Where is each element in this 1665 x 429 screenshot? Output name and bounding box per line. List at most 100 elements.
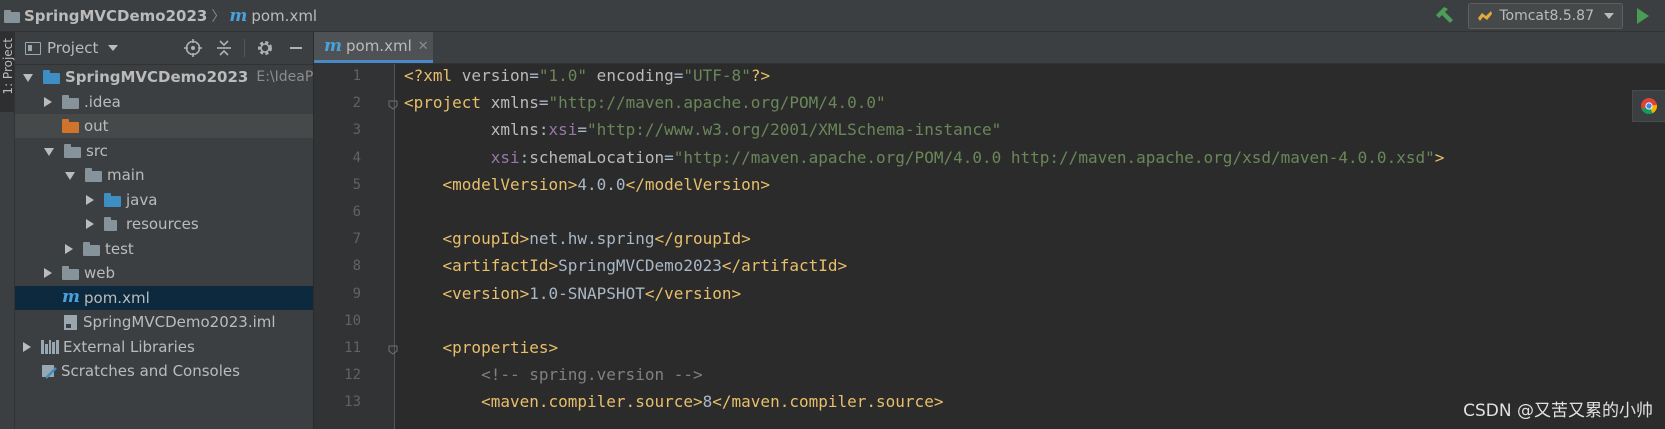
code-token: version xyxy=(461,66,530,85)
breadcrumb-separator: 〉 xyxy=(211,9,226,25)
breadcrumb-project[interactable]: SpringMVCDemo2023 xyxy=(4,7,207,25)
line-number: 3 xyxy=(352,122,361,139)
code-token: = xyxy=(664,147,674,167)
tree-item-label: main xyxy=(107,166,145,184)
web-folder-icon xyxy=(62,266,79,280)
breadcrumb-file[interactable]: m pom.xml xyxy=(229,7,317,25)
code-line: <project xmlns="http://maven.apache.org/… xyxy=(404,93,886,112)
tree-item[interactable]: test xyxy=(15,237,313,261)
code-token: </artifactId> xyxy=(721,256,848,276)
code-token: "http://maven.apache.org/POM/4.0.0 http:… xyxy=(673,147,1435,167)
chevron-down-icon xyxy=(108,45,119,51)
chevron-right-icon[interactable] xyxy=(44,268,52,278)
tree-item[interactable]: m pom.xml xyxy=(15,285,313,310)
chevron-down-icon xyxy=(1604,13,1614,19)
left-tool-strip: 1: Project xyxy=(0,32,15,429)
hide-panel-icon[interactable] xyxy=(285,37,307,59)
breadcrumb: SpringMVCDemo2023 〉 m pom.xml xyxy=(4,0,317,32)
code-token: <!-- spring.version --> xyxy=(404,365,703,385)
project-panel-title: Project xyxy=(47,39,99,57)
code-token: xsi xyxy=(548,120,578,140)
tree-item[interactable]: web xyxy=(15,261,313,285)
line-number: 4 xyxy=(352,149,361,166)
code-token: : xyxy=(538,120,549,140)
editor-tab-bar: m pom.xml ✕ xyxy=(314,32,1665,64)
fold-icon[interactable] xyxy=(388,345,398,355)
code-token: <modelVersion> xyxy=(404,174,578,194)
code-token: </maven.compiler.source> xyxy=(712,392,944,412)
breadcrumb-project-label: SpringMVCDemo2023 xyxy=(24,7,208,25)
tab-label: pom.xml xyxy=(346,37,412,55)
code-token: "http://www.w3.org/2001/XMLSchema-instan… xyxy=(587,120,1002,140)
code-token: = xyxy=(577,120,588,140)
code-token: SpringMVCDemo2023 xyxy=(558,256,722,276)
chevron-right-icon[interactable] xyxy=(86,219,94,229)
chevron-right-icon[interactable] xyxy=(44,96,52,107)
collapse-all-icon[interactable] xyxy=(213,37,235,59)
chevron-down-icon[interactable] xyxy=(23,74,33,82)
tree-item[interactable]: .idea xyxy=(15,90,313,114)
code-token: </modelVersion> xyxy=(625,174,771,194)
code-token: 8 xyxy=(702,392,713,412)
line-number: 12 xyxy=(344,367,361,384)
tomcat-icon xyxy=(1478,11,1493,21)
chevron-down-icon[interactable] xyxy=(44,147,54,156)
folder-icon xyxy=(85,168,102,182)
fold-icon[interactable] xyxy=(388,100,398,110)
run-icon[interactable] xyxy=(1637,8,1649,24)
run-configuration-label: Tomcat8.5.87 xyxy=(1499,8,1594,24)
code-line: <?xml version="1.0" encoding="UTF-8"?> xyxy=(404,66,770,85)
close-icon[interactable]: ✕ xyxy=(418,39,429,54)
project-tool-tab[interactable]: 1: Project xyxy=(0,32,15,112)
tab-pom-xml[interactable]: m pom.xml ✕ xyxy=(314,32,433,63)
run-configuration-dropdown[interactable]: Tomcat8.5.87 xyxy=(1468,3,1623,29)
line-number: 5 xyxy=(352,176,361,193)
tree-item-label: web xyxy=(84,264,116,282)
code-line: <maven.compiler.source>8</maven.compiler… xyxy=(404,392,943,411)
gear-icon[interactable] xyxy=(254,37,276,59)
chevron-down-icon[interactable] xyxy=(65,172,75,180)
tree-item-label: test xyxy=(105,239,134,258)
tree-item[interactable]: src xyxy=(15,139,313,163)
code-token: xmlns xyxy=(490,93,539,113)
code-line: <properties> xyxy=(404,338,559,357)
tree-item[interactable]: Scratches and Consoles xyxy=(15,359,313,383)
navigation-bar: SpringMVCDemo2023 〉 m pom.xml Tomcat8.5.… xyxy=(0,0,1665,32)
build-hammer-icon[interactable] xyxy=(1434,5,1456,27)
scratches-icon xyxy=(42,364,57,379)
code-token: schemaLocation xyxy=(529,147,665,167)
tree-item[interactable]: SpringMVCDemo2023.iml xyxy=(15,310,313,334)
code-token: net.hw.spring xyxy=(529,229,655,249)
tree-item[interactable]: SpringMVCDemo2023 E:\IdeaProjec xyxy=(15,65,313,89)
chrome-browser-icon[interactable] xyxy=(1632,90,1665,122)
module-folder-icon xyxy=(43,70,60,84)
tree-item[interactable]: java xyxy=(15,188,313,212)
chevron-right-icon[interactable] xyxy=(23,341,31,352)
code-token: "1.0" xyxy=(538,66,588,85)
tree-item[interactable]: External Libraries xyxy=(15,335,313,359)
tree-item[interactable]: main xyxy=(15,163,313,187)
code-token: <groupId> xyxy=(404,229,530,249)
code-token: <maven.compiler.source> xyxy=(404,392,703,412)
maven-icon: m xyxy=(324,35,342,56)
code-line: <groupId>net.hw.spring</groupId> xyxy=(404,229,751,248)
code-token: = xyxy=(673,66,684,85)
tree-item-label: External Libraries xyxy=(63,337,195,356)
code-token: "http://maven.apache.org/POM/4.0.0" xyxy=(548,93,886,113)
breadcrumb-file-label: pom.xml xyxy=(251,7,318,25)
project-tool-tab-label: 1: Project xyxy=(1,38,15,95)
code-editor[interactable]: 1 2 3 4 5 6 7 8 9 10 11 12 13 <?xml version="1.0" en… xyxy=(314,64,1665,429)
tree-item-label: out xyxy=(84,117,109,135)
tree-item-label: java xyxy=(126,190,158,209)
chevron-right-icon[interactable] xyxy=(65,243,73,254)
code-area[interactable]: <?xml version="1.0" encoding="UTF-8"?> <p… xyxy=(404,64,1665,429)
code-line: xsi:schemaLocation="http://maven.apache.… xyxy=(404,147,1445,167)
tree-item[interactable]: resources xyxy=(15,212,313,236)
tree-item-label: src xyxy=(86,141,108,160)
locate-file-icon[interactable] xyxy=(182,37,204,59)
tree-item[interactable]: out xyxy=(15,114,313,138)
project-view-selector[interactable]: Project xyxy=(25,39,119,57)
maven-icon: m xyxy=(229,5,248,26)
code-line: xmlns:xsi="http://www.w3.org/2001/XMLSch… xyxy=(404,120,1002,140)
chevron-right-icon[interactable] xyxy=(86,194,94,205)
